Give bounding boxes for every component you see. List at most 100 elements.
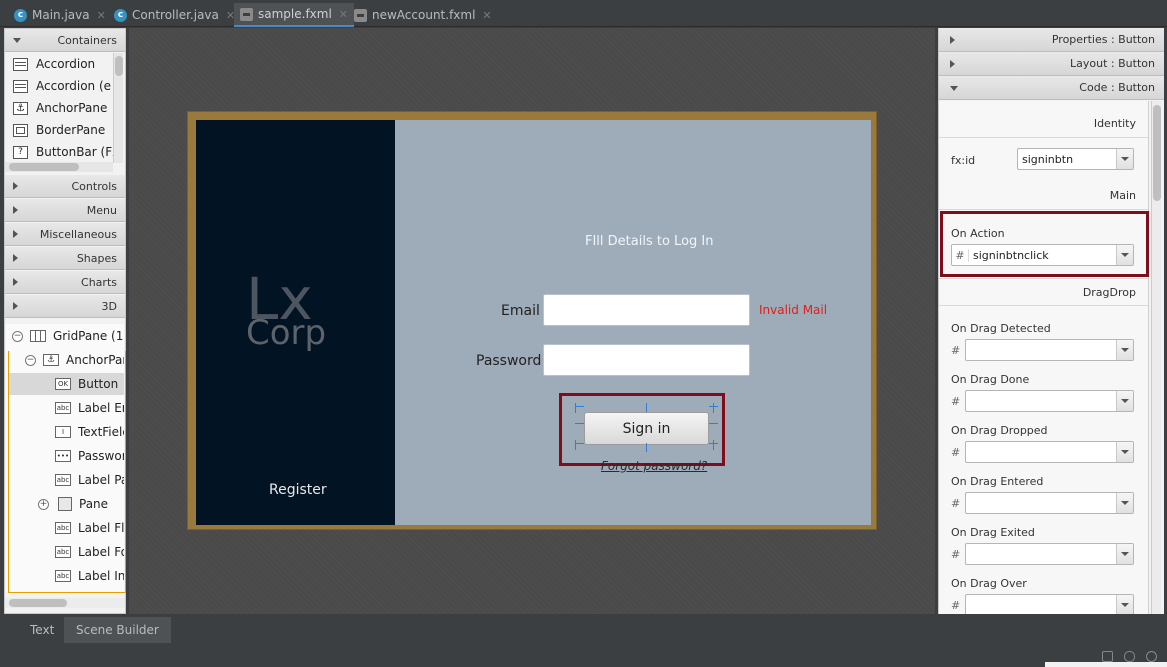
resize-handle[interactable]: [646, 403, 647, 412]
library-item-accordion[interactable]: Accordion: [5, 53, 113, 75]
chevron-down-icon[interactable]: [1116, 149, 1133, 169]
on-drag-detected-field[interactable]: #: [951, 339, 1134, 361]
chevron-down-icon[interactable]: [1116, 595, 1133, 614]
tab-scene-builder[interactable]: Scene Builder: [64, 617, 171, 643]
section-miscellaneous[interactable]: Miscellaneous: [5, 223, 125, 246]
library-item-accordion-empty[interactable]: Accordion (e: [5, 75, 113, 97]
section-label: Charts: [81, 275, 117, 289]
chevron-down-icon[interactable]: [1116, 493, 1133, 513]
chevron-down-icon[interactable]: [1116, 391, 1133, 411]
resize-handle[interactable]: [713, 403, 714, 413]
resize-handle[interactable]: [575, 403, 576, 413]
close-icon[interactable]: ✕: [339, 8, 348, 21]
library-item-anchorpane[interactable]: ⚓ AnchorPane: [5, 97, 113, 119]
tab-newaccount-fxml[interactable]: newAccount.fxml ✕: [348, 3, 498, 27]
fxml-file-icon: [354, 8, 367, 22]
library-vertical-scrollbar[interactable]: [113, 53, 123, 163]
library-item-label: Accordion: [36, 57, 96, 71]
handler-input[interactable]: [965, 441, 1134, 463]
resize-handle[interactable]: [575, 443, 584, 444]
event-label: On Drag Done: [951, 373, 1030, 386]
inspector-vertical-scrollbar[interactable]: [1151, 101, 1161, 614]
brand-sidebar[interactable]: Lx Corp Register: [196, 120, 395, 525]
library-item-buttonbar[interactable]: ? ButtonBar (FX: [5, 141, 113, 163]
resize-handle[interactable]: [709, 423, 718, 424]
resize-handle[interactable]: [646, 443, 647, 452]
section-3d[interactable]: 3D: [5, 295, 125, 318]
resize-handle[interactable]: [709, 406, 718, 407]
accordion-icon: [13, 57, 28, 71]
library-item-label: ButtonBar (FX: [36, 145, 113, 159]
library-item-borderpane[interactable]: BorderPane: [5, 119, 113, 141]
close-icon[interactable]: ✕: [97, 9, 106, 22]
gridpane-frame[interactable]: Lx Corp Register FIll Details to Log In …: [187, 111, 877, 530]
chevron-down-icon[interactable]: [1116, 544, 1133, 564]
search-icon[interactable]: [1146, 651, 1157, 662]
email-field[interactable]: [543, 294, 750, 326]
tab-sample-fxml[interactable]: sample.fxml ✕: [234, 3, 355, 27]
main-header: Main: [939, 182, 1148, 210]
section-controls[interactable]: Controls: [5, 175, 125, 198]
resize-handle[interactable]: [709, 443, 718, 444]
handler-input[interactable]: [965, 594, 1134, 614]
scroll-thumb[interactable]: [9, 599, 67, 607]
inspector-icon[interactable]: [1124, 651, 1135, 662]
grid-icon: [30, 330, 46, 342]
on-drag-over-field[interactable]: #: [951, 594, 1134, 614]
handler-input[interactable]: [965, 543, 1134, 565]
login-pane[interactable]: FIll Details to Log In Email Invalid Mai…: [395, 120, 871, 525]
tab-text[interactable]: Text: [18, 617, 66, 643]
handler-input[interactable]: [965, 492, 1134, 514]
section-layout[interactable]: Layout : Button: [939, 52, 1164, 76]
scroll-thumb[interactable]: [9, 163, 79, 171]
event-label: On Drag Entered: [951, 475, 1044, 488]
tree-item-gridpane[interactable]: − GridPane (1 x: [12, 325, 124, 347]
on-drag-dropped-field[interactable]: #: [951, 441, 1134, 463]
on-drag-done-field[interactable]: #: [951, 390, 1134, 412]
library-horizontal-scrollbar[interactable]: [5, 162, 113, 172]
tab-label: newAccount.fxml: [372, 8, 476, 22]
event-label: On Drag Dropped: [951, 424, 1048, 437]
design-canvas[interactable]: Lx Corp Register FIll Details to Log In …: [129, 28, 935, 614]
resize-handle[interactable]: [575, 423, 584, 424]
scroll-thumb[interactable]: [115, 56, 123, 76]
forgot-password-link[interactable]: Forgot password?: [601, 459, 707, 473]
tab-label: Main.java: [32, 8, 90, 22]
sign-in-button[interactable]: Sign in: [584, 412, 709, 445]
email-label: Email: [501, 303, 540, 319]
handler-input[interactable]: [965, 390, 1134, 412]
resize-handle[interactable]: [575, 440, 576, 450]
section-shapes[interactable]: Shapes: [5, 247, 125, 270]
hash-icon: #: [951, 547, 961, 561]
scroll-thumb[interactable]: [1153, 105, 1161, 201]
fxml-file-icon: [240, 7, 253, 21]
section-label: 3D: [101, 299, 117, 313]
resize-handle[interactable]: [713, 440, 714, 450]
tab-main-java[interactable]: c Main.java ✕: [8, 3, 112, 27]
chevron-down-icon[interactable]: [1116, 340, 1133, 360]
accordion-icon: [13, 79, 28, 93]
tab-controller-java[interactable]: c Controller.java ✕: [108, 3, 241, 27]
password-field[interactable]: [543, 344, 750, 376]
fxid-label: fx:id: [951, 154, 976, 167]
close-icon[interactable]: ✕: [482, 9, 491, 22]
resize-handle[interactable]: [575, 406, 584, 407]
editor-tab-bar: c Main.java ✕ c Controller.java ✕ sample…: [0, 0, 1167, 27]
hierarchy-horizontal-scrollbar[interactable]: [5, 598, 125, 608]
section-label: Shapes: [76, 251, 117, 265]
section-code[interactable]: Code : Button: [939, 76, 1164, 100]
register-link[interactable]: Register: [269, 482, 327, 498]
fxid-combo[interactable]: signinbtn: [1017, 148, 1134, 170]
section-properties[interactable]: Properties : Button: [939, 28, 1164, 52]
section-menu[interactable]: Menu: [5, 199, 125, 222]
section-charts[interactable]: Charts: [5, 271, 125, 294]
collapse-toggle-icon[interactable]: −: [12, 330, 23, 342]
handler-input[interactable]: [965, 339, 1134, 361]
lock-icon[interactable]: [1102, 651, 1113, 662]
chevron-down-icon[interactable]: [1116, 442, 1133, 462]
on-drag-exited-field[interactable]: #: [951, 543, 1134, 565]
class-icon: c: [14, 8, 27, 22]
on-drag-entered-field[interactable]: #: [951, 492, 1134, 514]
section-label: Properties : Button: [1051, 33, 1155, 46]
section-containers[interactable]: Containers: [5, 29, 125, 52]
